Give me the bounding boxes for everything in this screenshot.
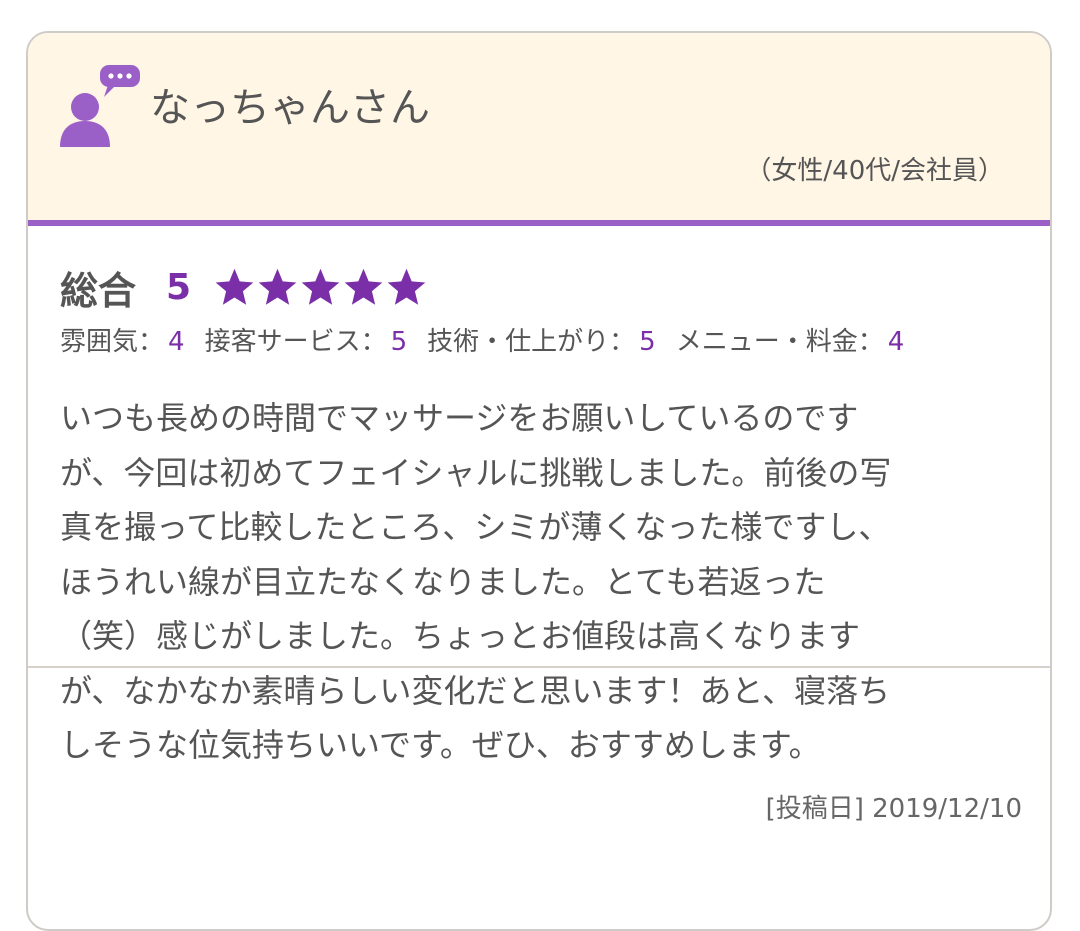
overall-label: 総合 bbox=[60, 268, 137, 313]
star-rating bbox=[213, 266, 428, 309]
sub-rating-label: 雰囲気： bbox=[60, 327, 165, 357]
reviewer-profile: （女性/40代/会社員） bbox=[745, 156, 1004, 186]
review-card: なっちゃんさん （女性/40代/会社員） 総合 5 雰囲気： 4 接客サービス： 5… bbox=[26, 31, 1052, 931]
user-speech-bubble-icon bbox=[60, 65, 140, 147]
sub-rating-atmosphere: 雰囲気： 4 bbox=[60, 321, 185, 358]
sub-rating-value: 5 bbox=[390, 327, 408, 357]
sub-rating-technique: 技術・仕上がり： 5 bbox=[427, 321, 656, 358]
sub-rating-menu-price: メニュー・料金： 4 bbox=[676, 321, 905, 358]
review-header: なっちゃんさん （女性/40代/会社員） bbox=[28, 33, 1050, 226]
sub-rating-value: 4 bbox=[887, 327, 905, 357]
review-line: 真を撮って比較したところ、シミが薄くなった様ですし、 bbox=[60, 508, 891, 546]
review-line: しそうな位気持ちいいです。ぜひ、おすすめします。 bbox=[60, 726, 821, 764]
star-icon bbox=[387, 268, 426, 305]
review-line: ほうれい線が目立たなくなりました。とても若返った bbox=[60, 562, 826, 601]
review-line: が、なかなか素晴らしい変化だと思います！あと、寝落ち bbox=[60, 671, 891, 710]
overall-score: 5 bbox=[166, 266, 192, 308]
sub-rating-value: 4 bbox=[168, 327, 185, 357]
review-line: が、今回は初めてフェイシャルに挑戦しました。前後の写 bbox=[60, 453, 892, 492]
overall-rating: 総合 5 bbox=[60, 262, 428, 313]
sub-rating-value: 5 bbox=[639, 327, 656, 357]
sub-rating-label: メニュー・料金： bbox=[675, 327, 884, 357]
star-icon bbox=[258, 268, 297, 305]
star-icon bbox=[215, 268, 254, 305]
star-icon bbox=[301, 268, 340, 305]
sub-rating-label: 技術・仕上がり： bbox=[427, 327, 636, 357]
star-icon bbox=[344, 268, 383, 305]
sub-ratings: 雰囲気： 4 接客サービス： 5 技術・仕上がり： 5 メニュー・料金： 4 bbox=[60, 321, 924, 358]
divider bbox=[28, 666, 1050, 668]
review-text: いつも長めの時間でマッサージをお願いしているのです が、今回は初めてフェイシャル… bbox=[60, 391, 1010, 773]
reviewer-name: なっちゃんさん bbox=[150, 85, 430, 131]
sub-rating-label: 接客サービス： bbox=[204, 327, 387, 357]
sub-rating-service: 接客サービス： 5 bbox=[205, 321, 408, 358]
review-line: いつも長めの時間でマッサージをお願いしているのです bbox=[60, 399, 859, 437]
review-line: （笑）感じがしました。ちょっとお値段は高くなります bbox=[60, 617, 861, 655]
post-date: [投稿日] 2019/12/10 bbox=[765, 794, 1022, 824]
